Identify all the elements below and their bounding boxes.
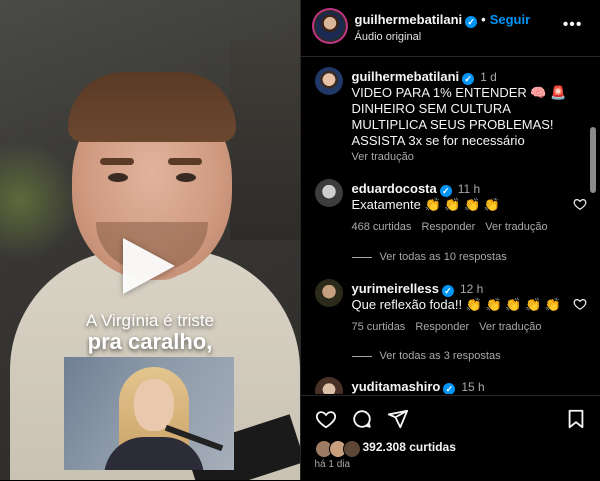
audio-label[interactable]: Áudio original [355, 31, 422, 43]
heart-icon[interactable] [573, 197, 587, 211]
verified-badge-icon: ✓ [442, 285, 454, 297]
view-replies-label: Ver todas as 10 respostas [380, 251, 507, 263]
video-inset-image [64, 357, 234, 470]
replies-divider [352, 356, 372, 357]
verified-badge-icon: ✓ [465, 16, 477, 28]
background-plant [0, 140, 80, 260]
translate-link[interactable]: Ver tradução [479, 321, 541, 333]
caption-user-row: guilhermebatilani✓ 1 d [352, 69, 497, 85]
replies-divider [352, 257, 372, 258]
post-header: guilhermebatilani✓ • Seguir Áudio original… [301, 0, 600, 57]
reply-button[interactable]: Responder [415, 321, 469, 333]
avatar[interactable] [315, 377, 343, 394]
caption-username[interactable]: guilhermebatilani [352, 69, 460, 84]
follow-button[interactable]: Seguir [490, 12, 530, 27]
play-icon[interactable] [123, 238, 175, 294]
header-username[interactable]: guilhermebatilani [355, 12, 463, 27]
speaker-hair [68, 72, 236, 142]
translate-link[interactable]: Ver tradução [352, 151, 414, 163]
verified-badge-icon: ✓ [440, 185, 452, 197]
video-caption-line1: A Virgínia é triste [0, 311, 300, 331]
avatar[interactable] [315, 67, 343, 95]
share-icon[interactable] [387, 408, 409, 430]
view-replies-link[interactable]: Ver todas as 3 respostas [352, 350, 501, 362]
reply-button[interactable]: Responder [421, 221, 475, 233]
comment-user-row: eduardocosta✓ 11 h [352, 181, 481, 197]
comment-username[interactable]: eduardocosta [352, 181, 437, 196]
comment-user-row: yuditamashiro✓ 15 h [352, 379, 485, 394]
comment-icon[interactable] [351, 408, 373, 430]
likes-count[interactable]: 392.308 curtidas [363, 440, 456, 454]
inset-person-face [134, 379, 174, 431]
comment-text: Que reflexão foda!! 👏 👏 👏 👏 👏 [352, 297, 574, 313]
comment-user-row: yurimeirelless✓ 12 h [352, 281, 484, 297]
video-caption-line2: pra caralho, [0, 329, 300, 355]
more-icon[interactable]: ••• [563, 16, 583, 34]
avatar[interactable] [343, 440, 361, 458]
comment-time: 15 h [461, 380, 484, 394]
heart-icon[interactable] [315, 408, 337, 430]
speaker-eye [176, 173, 196, 182]
speaker-brow [168, 158, 202, 165]
avatar[interactable] [315, 179, 343, 207]
separator-dot: • [481, 12, 486, 27]
avatar[interactable] [314, 10, 346, 42]
comment-meta: 468 curtidas Responder Ver tradução [352, 221, 558, 233]
heart-icon[interactable] [573, 297, 587, 311]
comment-username[interactable]: yurimeirelless [352, 281, 439, 296]
post-date[interactable]: há 1 dia [315, 459, 351, 470]
header-user-row: guilhermebatilani✓ • Seguir [355, 12, 531, 28]
scrollbar[interactable] [590, 127, 596, 193]
video-player[interactable]: A Virgínia é triste pra caralho, [0, 0, 300, 480]
comment-likes[interactable]: 75 curtidas [352, 321, 406, 333]
background-shelf [230, 40, 300, 240]
bookmark-icon[interactable] [565, 408, 587, 430]
comment-username[interactable]: yuditamashiro [352, 379, 441, 394]
translate-link[interactable]: Ver tradução [485, 221, 547, 233]
comments-list[interactable]: guilhermebatilani✓1 d VIDEO PARA 1% ENTE… [301, 57, 600, 394]
action-bar: 392.308 curtidas há 1 dia [301, 395, 600, 481]
view-replies-link[interactable]: Ver todas as 10 respostas [352, 251, 507, 263]
reel-viewer: A Virgínia é triste pra caralho, guilher… [0, 0, 600, 480]
speaker-brow [100, 158, 134, 165]
avatar[interactable] [315, 279, 343, 307]
comment-text: Exatamente 👏 👏 👏 👏 [352, 197, 574, 213]
verified-badge-icon: ✓ [443, 383, 455, 394]
comment-time: 11 h [458, 182, 480, 196]
comment-likes[interactable]: 468 curtidas [352, 221, 412, 233]
comment-time: 12 h [460, 282, 483, 296]
comment-meta: 75 curtidas Responder Ver tradução [352, 321, 552, 333]
caption-meta: Ver tradução [352, 151, 424, 163]
details-panel: guilhermebatilani✓•Seguir Áudio original… [300, 0, 600, 480]
verified-badge-icon: ✓ [462, 73, 474, 85]
caption-text: VIDEO PARA 1% ENTENDER 🧠 🚨 DINHEIRO SEM … [352, 85, 574, 149]
caption-time: 1 d [480, 70, 497, 84]
speaker-eye [108, 173, 128, 182]
view-replies-label: Ver todas as 3 respostas [380, 350, 501, 362]
